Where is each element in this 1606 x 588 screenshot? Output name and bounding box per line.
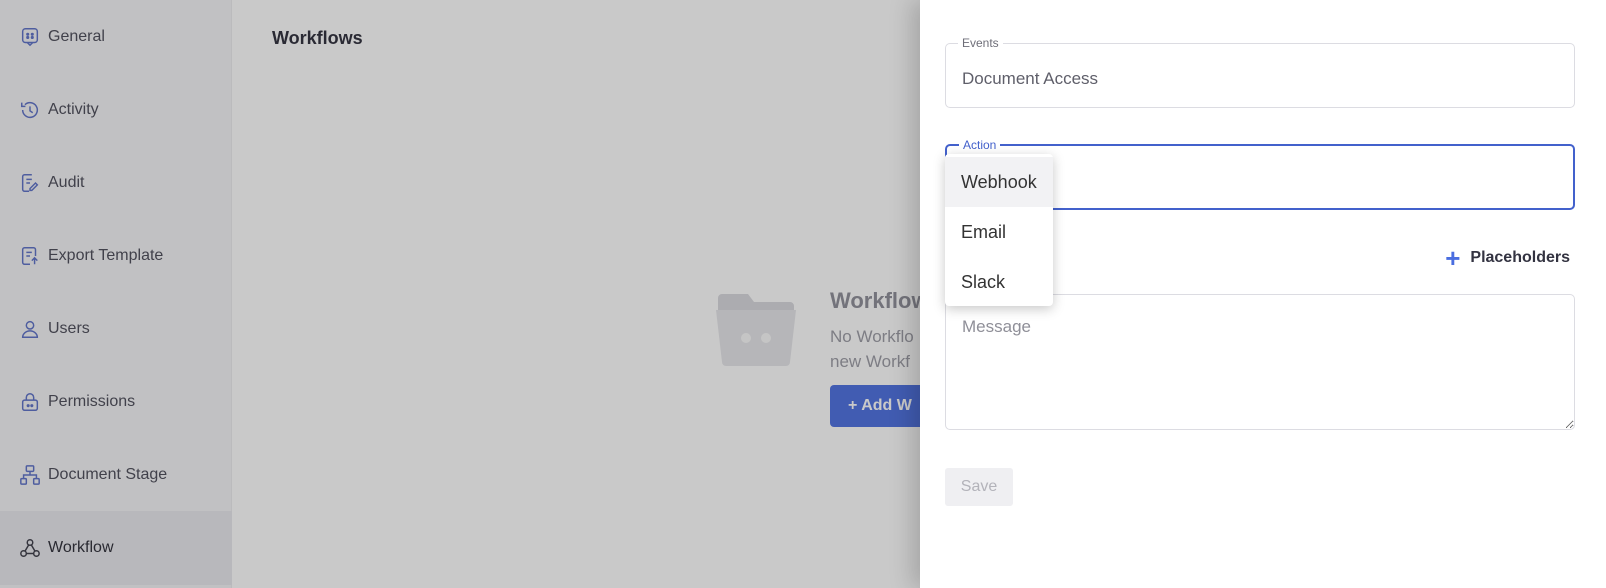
plus-icon: +	[1445, 243, 1461, 273]
dropdown-option-slack[interactable]: Slack	[945, 257, 1053, 307]
backdrop-overlay[interactable]	[0, 0, 920, 588]
save-button[interactable]: Save	[945, 468, 1013, 506]
events-label: Events	[958, 36, 1003, 50]
events-value: Document Access	[962, 69, 1099, 88]
events-field[interactable]: Events Document Access	[945, 36, 1575, 108]
placeholders-label: Placeholders	[1470, 249, 1570, 266]
placeholders-button[interactable]: + Placeholders	[1445, 243, 1570, 273]
dropdown-option-email[interactable]: Email	[945, 207, 1053, 257]
dropdown-option-webhook[interactable]: Webhook	[945, 157, 1053, 207]
action-label: Action	[959, 138, 1001, 152]
action-dropdown-menu: Webhook Email Slack	[945, 154, 1053, 306]
message-textarea[interactable]	[945, 294, 1575, 430]
